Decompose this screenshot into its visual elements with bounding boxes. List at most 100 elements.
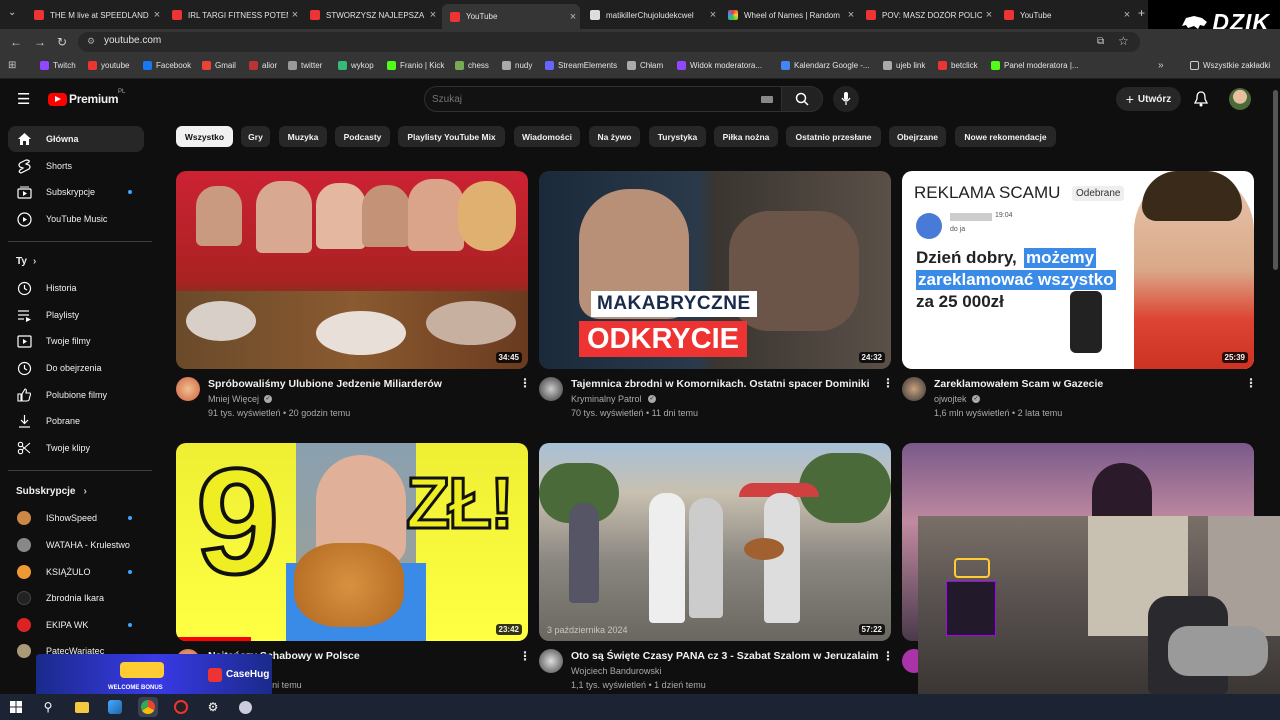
channel-avatar[interactable]	[176, 377, 200, 401]
chip[interactable]: Gry	[241, 126, 270, 147]
chip[interactable]: Obejrzane	[889, 126, 946, 147]
more-options-icon[interactable]: ⋮	[519, 649, 531, 663]
chip[interactable]: Ostatnio przesłane	[786, 126, 881, 147]
bookmark-wykop[interactable]: wykop	[338, 61, 374, 70]
chip[interactable]: Muzyka	[279, 126, 327, 147]
chip[interactable]: Turystyka	[649, 126, 706, 147]
bookmark-chess[interactable]: chess	[455, 61, 489, 70]
page-scrollbar-thumb[interactable]	[1273, 90, 1278, 270]
bookmark-youtube[interactable]: youtube	[88, 61, 129, 70]
sidebar-channel[interactable]: IShowSpeed	[8, 505, 144, 531]
bookmark-gmail[interactable]: Gmail	[202, 61, 236, 70]
install-app-icon[interactable]: ⧉	[1097, 36, 1104, 47]
bookmark-ujeb-link[interactable]: ujeb link	[883, 61, 925, 70]
bookmark-facebook[interactable]: Facebook	[143, 61, 191, 70]
sidebar-subscriptions-header[interactable]: Subskrypcje ›	[16, 486, 87, 497]
channel-avatar[interactable]	[539, 377, 563, 401]
sidebar-item-liked-videos[interactable]: Polubione filmy	[8, 382, 144, 408]
more-options-icon[interactable]: ⋮	[882, 649, 894, 663]
promo-banner[interactable]: WELCOME BONUS CaseHug	[36, 654, 272, 698]
all-bookmarks-folder[interactable]: Wszystkie zakładki	[1190, 61, 1270, 70]
browser-tab[interactable]: THE M live at SPEEDLAND ×	[26, 4, 164, 26]
youtube-logo-icon[interactable]	[48, 93, 67, 106]
create-button[interactable]: + Utwórz	[1116, 87, 1181, 111]
sidebar-item-history[interactable]: Historia	[8, 275, 144, 301]
chip[interactable]: Wiadomości	[514, 126, 580, 147]
channel-avatar[interactable]	[539, 649, 563, 673]
taskbar-obs[interactable]	[171, 697, 191, 717]
chip[interactable]: Piłka nożna	[714, 126, 778, 147]
sidebar-item-playlists[interactable]: Playlisty	[8, 302, 144, 328]
taskbar-app[interactable]	[105, 697, 125, 717]
notifications-bell-icon[interactable]	[1194, 91, 1208, 107]
bookmark-nudy[interactable]: nudy	[502, 61, 532, 70]
keyboard-icon[interactable]	[761, 96, 773, 103]
browser-tab[interactable]: YouTube ×	[996, 4, 1134, 26]
sidebar-item-subscriptions[interactable]: Subskrypcje	[8, 179, 144, 205]
sidebar-you-header[interactable]: Ty ›	[16, 256, 36, 267]
channel-name[interactable]: Mniej Więcej	[208, 394, 259, 404]
url-field[interactable]	[78, 32, 1140, 52]
browser-tab[interactable]: Wheel of Names | Random ×	[720, 4, 858, 26]
sidebar-channel[interactable]: Zbrodnia Ikara	[8, 585, 144, 611]
close-tab-icon[interactable]: ×	[288, 9, 302, 21]
browser-tab[interactable]: POV: MASZ DOZÓR POLICJ ×	[858, 4, 996, 26]
video-thumbnail[interactable]: REKLAMA SCAMU Odebrane 19:04 do ja Dzień…	[902, 171, 1254, 369]
bookmark-betclick[interactable]: betclick	[938, 61, 978, 70]
sidebar-channel[interactable]: WATAHA - Krulestwo	[8, 532, 144, 558]
bookmark-streamelements[interactable]: StreamElements	[545, 61, 617, 70]
new-tab-icon[interactable]: +	[1138, 6, 1145, 20]
taskbar-chrome[interactable]	[138, 697, 158, 717]
bookmark-chlam[interactable]: Chłam	[627, 61, 663, 70]
browser-tab[interactable]: matikillerChujoludekcwel ×	[582, 4, 720, 26]
video-title[interactable]: Spróbowaliśmy Ulubione Jedzenie Miliarde…	[208, 378, 442, 390]
sidebar-channel[interactable]: EKIPA WK	[8, 612, 144, 638]
bookmark-moderator-panel[interactable]: Panel moderatora |...	[991, 61, 1079, 70]
bookmark-twitter[interactable]: twitter	[288, 61, 322, 70]
bookmark-google-calendar[interactable]: Kalendarz Google -...	[781, 61, 870, 70]
close-tab-icon[interactable]: ×	[844, 9, 858, 21]
chip[interactable]: Nowe rekomendacje	[955, 126, 1056, 147]
reload-icon[interactable]: ↻	[57, 35, 67, 49]
browser-tab[interactable]: IRL TARGI FITNESS POTEM ×	[164, 4, 302, 26]
chip-all[interactable]: Wszystko	[176, 126, 233, 147]
chip[interactable]: Na żywo	[589, 126, 640, 147]
video-title[interactable]: Oto są Święte Czasy PANA cz 3 - Szabat S…	[571, 650, 879, 662]
start-button[interactable]	[6, 697, 26, 717]
close-tab-icon[interactable]: ×	[982, 9, 996, 21]
chip[interactable]: Playlisty YouTube Mix	[398, 126, 505, 147]
tab-search-icon[interactable]: ⌄	[8, 7, 16, 18]
video-title[interactable]: Zareklamowałem Scam w Gazecie	[934, 378, 1103, 390]
forward-icon[interactable]: →	[34, 35, 46, 49]
taskbar-settings[interactable]: ⚙	[203, 697, 223, 717]
sidebar-item-your-clips[interactable]: Twoje klipy	[8, 435, 144, 461]
video-thumbnail[interactable]: MAKABRYCZNE ODKRYCIE 24:32	[539, 171, 891, 369]
video-thumbnail[interactable]: 3 października 2024 57:22	[539, 443, 891, 641]
channel-avatar[interactable]	[902, 377, 926, 401]
chip[interactable]: Podcasty	[335, 126, 390, 147]
sidebar-item-home[interactable]: Główna	[8, 126, 144, 152]
bookmark-kick[interactable]: Franio | Kick	[387, 61, 444, 70]
account-avatar[interactable]	[1229, 88, 1251, 110]
close-tab-icon[interactable]: ×	[150, 9, 164, 21]
bookmark-star-icon[interactable]: ☆	[1118, 34, 1129, 48]
taskbar-app[interactable]	[235, 697, 255, 717]
menu-hamburger-icon[interactable]: ☰	[17, 90, 30, 108]
bookmark-twitch[interactable]: Twitch	[40, 61, 76, 70]
more-options-icon[interactable]: ⋮	[882, 376, 894, 390]
more-bookmarks-icon[interactable]: »	[1158, 60, 1164, 71]
close-tab-icon[interactable]: ×	[1120, 9, 1134, 21]
more-options-icon[interactable]: ⋮	[1245, 376, 1257, 390]
taskbar-file-explorer[interactable]	[72, 697, 92, 717]
voice-search-button[interactable]	[833, 86, 859, 112]
video-title[interactable]: Tajemnica zbrodni w Komornikach. Ostatni…	[571, 378, 870, 390]
bookmark-moderator-view[interactable]: Widok moderatora...	[677, 61, 762, 70]
bookmark-alior[interactable]: alior	[249, 61, 277, 70]
sidebar-item-downloads[interactable]: Pobrane	[8, 408, 144, 434]
browser-tab-active[interactable]: YouTube ×	[442, 4, 580, 29]
channel-name[interactable]: ojwojtek	[934, 394, 967, 404]
sidebar-item-shorts[interactable]: Shorts	[8, 153, 144, 179]
back-icon[interactable]: ←	[10, 35, 22, 49]
search-input[interactable]	[432, 90, 752, 108]
sidebar-item-youtube-music[interactable]: YouTube Music	[8, 206, 144, 232]
